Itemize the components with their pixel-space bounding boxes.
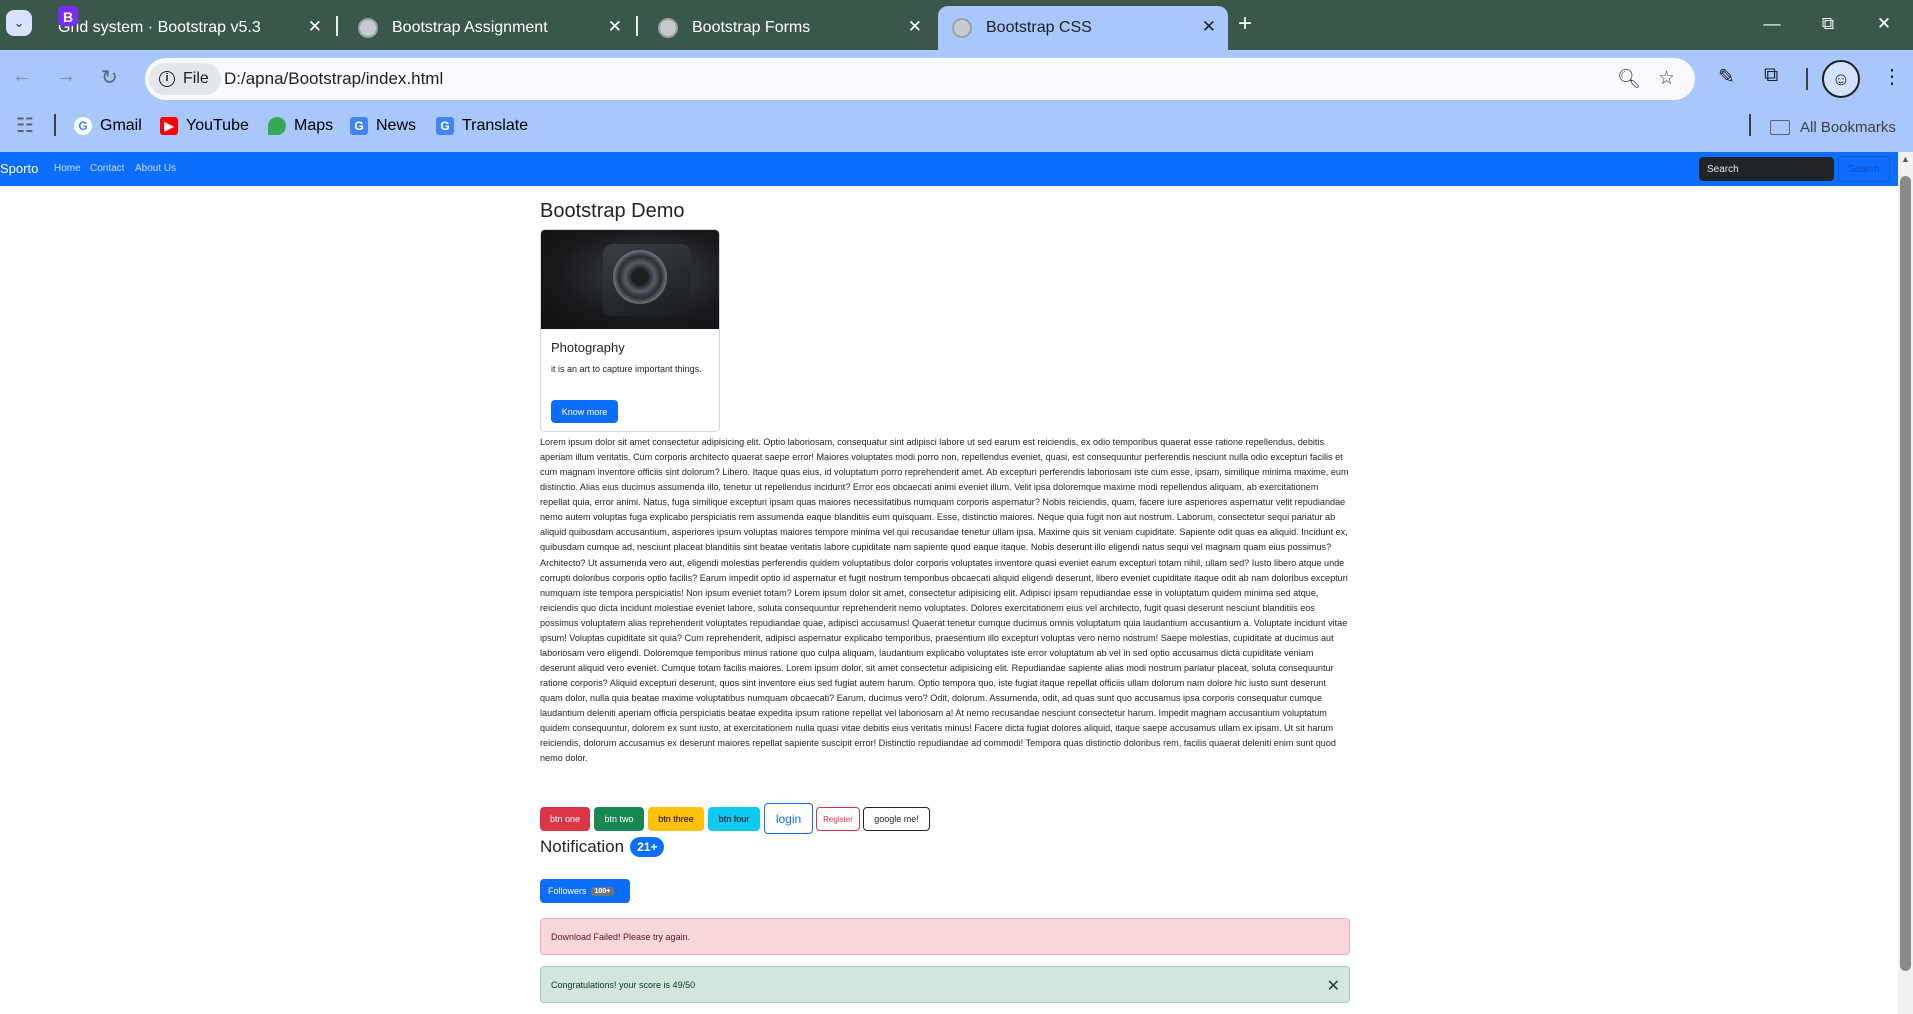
navbar-brand[interactable]: Sporto: [0, 161, 38, 176]
google-icon: G: [74, 117, 92, 135]
back-arrow-icon[interactable]: ←: [12, 65, 32, 88]
toolbar-separator: [1806, 68, 1808, 90]
card-camera-image: [541, 230, 719, 329]
followers-button[interactable]: Followers 100+: [540, 879, 630, 903]
google-me-button[interactable]: google me!: [863, 807, 930, 831]
info-icon: i: [159, 71, 175, 87]
tab-title: Grid system · Bootstrap v5.3: [58, 19, 261, 36]
navbar-search-button[interactable]: Search: [1838, 156, 1890, 182]
restore-icon[interactable]: ⧉: [1800, 0, 1856, 48]
profile-avatar-icon[interactable]: ☺: [1822, 60, 1860, 98]
tab-bootstrap-css[interactable]: Bootstrap CSS ✕: [938, 6, 1228, 50]
notification-heading: Notification 21+: [540, 837, 665, 857]
site-info-chip[interactable]: i File: [149, 63, 221, 95]
tab-separator: [336, 16, 338, 36]
globe-icon: [358, 18, 378, 38]
tab-title: Bootstrap Forms: [692, 19, 811, 36]
followers-label: Followers: [548, 886, 587, 896]
globe-icon: [952, 18, 972, 38]
card-text: it is an art to capture important things…: [551, 364, 702, 374]
all-bookmarks-label: All Bookmarks: [1800, 119, 1896, 136]
bookmarks-separator: [54, 114, 56, 136]
url-text[interactable]: D:/apna/Bootstrap/index.html: [224, 69, 443, 89]
all-bookmarks[interactable]: All Bookmarks: [1770, 119, 1896, 136]
folder-icon: [1770, 120, 1790, 135]
scheme-label: File: [183, 70, 209, 87]
nav-link-about[interactable]: About Us: [135, 163, 176, 174]
lorem-paragraph: Lorem ipsum dolor sit amet consectetur a…: [540, 437, 1349, 764]
tab-grid-system[interactable]: B Grid system · Bootstrap v5.3 ✕: [44, 6, 334, 50]
menu-dots-icon[interactable]: ⋮: [1882, 64, 1902, 89]
followers-badge: 100+: [590, 886, 615, 896]
card-title: Photography: [551, 340, 625, 355]
photography-card: Photography it is an art to capture impo…: [540, 229, 720, 432]
bookmark-label: Translate: [462, 117, 529, 134]
translate-icon: G: [436, 117, 454, 135]
camera-lens: [613, 250, 667, 304]
tab-search-chevron-icon[interactable]: ⌄: [6, 10, 32, 36]
extensions-icon[interactable]: ⧉: [1764, 64, 1778, 87]
address-bar[interactable]: i File D:/apna/Bootstrap/index.html 🔍︎ ☆: [145, 58, 1695, 100]
close-icon[interactable]: ✕: [308, 17, 322, 37]
minimize-icon[interactable]: —: [1744, 0, 1800, 48]
bookmark-maps[interactable]: Maps: [268, 117, 333, 135]
bookmark-label: News: [376, 117, 417, 134]
alert-download-failed: Download Failed! Please try again.: [540, 918, 1350, 955]
bookmark-star-icon[interactable]: ☆: [1658, 67, 1675, 90]
eyedropper-icon[interactable]: ✎: [1718, 64, 1735, 89]
bookmark-label: Maps: [294, 117, 334, 134]
notification-label: Notification: [540, 837, 625, 856]
close-icon[interactable]: ✕: [1327, 976, 1340, 996]
close-icon[interactable]: ✕: [908, 17, 922, 37]
alert-text: Congratulations! your score is 49/50: [551, 980, 696, 990]
reload-icon[interactable]: ↻: [101, 65, 118, 90]
globe-icon: [658, 18, 678, 38]
bookmark-label: YouTube: [186, 117, 249, 134]
bookmark-label: Gmail: [100, 117, 142, 134]
close-window-icon[interactable]: ✕: [1856, 0, 1912, 48]
browser-toolbar: ← → ↻ i File D:/apna/Bootstrap/index.htm…: [0, 50, 1913, 108]
zoom-icon[interactable]: 🔍︎: [1617, 67, 1641, 91]
alert-congratulations: Congratulations! your score is 49/50 ✕: [540, 966, 1350, 1003]
nav-link-contact[interactable]: Contact: [90, 163, 124, 174]
scroll-thumb[interactable]: [1900, 176, 1911, 971]
maps-pin-icon: [268, 117, 286, 135]
bookmark-translate[interactable]: G Translate: [436, 117, 528, 135]
scroll-up-arrow-icon[interactable]: ▲: [1901, 154, 1910, 164]
close-icon[interactable]: ✕: [608, 17, 622, 37]
tab-title: Bootstrap Assignment: [392, 19, 548, 36]
nav-link-home[interactable]: Home: [54, 163, 81, 174]
tab-separator: [636, 16, 638, 36]
new-tab-plus-icon[interactable]: +: [1238, 10, 1252, 38]
news-icon: G: [350, 117, 368, 135]
btn-one[interactable]: btn one: [540, 807, 590, 831]
bootstrap-icon: B: [58, 6, 78, 26]
bookmark-gmail[interactable]: G Gmail: [74, 117, 142, 135]
close-icon[interactable]: ✕: [1202, 17, 1216, 37]
site-navbar: Sporto Home Contact About Us Search: [0, 152, 1898, 186]
page-scrollbar[interactable]: ▲: [1898, 152, 1913, 1014]
apps-grid-icon[interactable]: ☷: [16, 113, 34, 138]
btn-two[interactable]: btn two: [594, 807, 644, 831]
login-button[interactable]: login: [764, 803, 813, 834]
youtube-icon: ▶: [160, 117, 178, 135]
know-more-button[interactable]: Know more: [551, 400, 618, 423]
tab-bootstrap-forms[interactable]: Bootstrap Forms ✕: [644, 6, 934, 50]
tab-strip: ⌄ B Grid system · Bootstrap v5.3 ✕ Boots…: [0, 0, 1913, 50]
register-button[interactable]: Register: [816, 807, 860, 831]
btn-four[interactable]: btn four: [708, 807, 760, 831]
bookmark-news[interactable]: G News: [350, 117, 416, 135]
alert-text: Download Failed! Please try again.: [551, 932, 691, 942]
bookmark-youtube[interactable]: ▶ YouTube: [160, 117, 249, 135]
btn-three[interactable]: btn three: [648, 807, 704, 831]
bookmarks-separator: [1749, 114, 1751, 136]
tab-bootstrap-assignment[interactable]: Bootstrap Assignment ✕: [344, 6, 634, 50]
navbar-search-input[interactable]: [1699, 157, 1834, 181]
tab-title: Bootstrap CSS: [986, 19, 1092, 36]
page-title: Bootstrap Demo: [540, 200, 685, 222]
notification-badge: 21+: [630, 837, 665, 857]
forward-arrow-icon[interactable]: →: [56, 65, 76, 88]
